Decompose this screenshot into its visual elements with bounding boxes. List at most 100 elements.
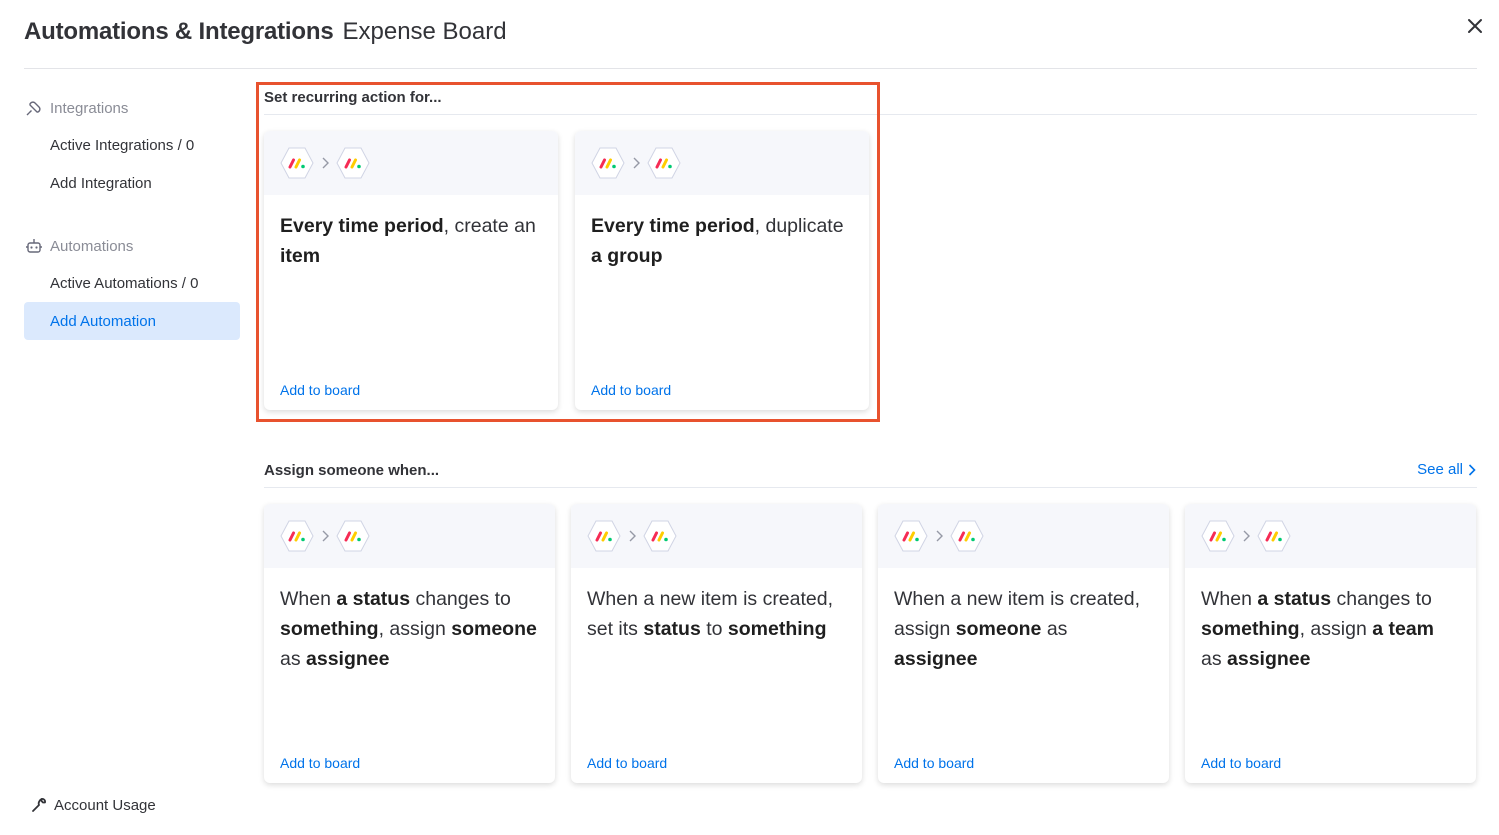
monday-logo-icon (336, 520, 370, 552)
card-integration-strip (575, 131, 869, 195)
monday-logo-icon (336, 147, 370, 179)
recipe-sentence: When a new item is created, assign someo… (878, 568, 1169, 674)
section-title-assign: Assign someone when... (264, 462, 440, 479)
chevron-right-icon (621, 520, 643, 552)
sidebar: Integrations Active Integrations / 0 Add… (24, 90, 240, 340)
sidebar-item-add-automation[interactable]: Add Automation (24, 302, 240, 340)
monday-logo-icon (280, 520, 314, 552)
robot-icon (24, 236, 44, 256)
card-integration-strip (264, 504, 555, 568)
recipe-text: , assign (378, 618, 452, 640)
chevron-right-icon (314, 520, 336, 552)
section-title-recurring: Set recurring action for... (264, 89, 442, 106)
recipe-field: assignee (894, 648, 978, 670)
sidebar-item-active-integrations[interactable]: Active Integrations / 0 (24, 126, 240, 164)
modal-header: Automations & Integrations Expense Board (24, 18, 507, 52)
recipe-card-assign-3[interactable]: When a new item is created, assign someo… (878, 504, 1169, 783)
add-to-board-link[interactable]: Add to board (894, 755, 974, 771)
recipe-field: a team (1372, 618, 1435, 640)
chevron-right-icon (314, 147, 336, 179)
recipe-sentence: When a status changes to something, assi… (264, 568, 555, 674)
close-icon (1468, 19, 1482, 33)
recipe-text: as (1201, 648, 1228, 670)
card-integration-strip (878, 504, 1169, 568)
recipe-text: When (280, 588, 337, 610)
recipe-sentence: Every time period, duplicate a group (575, 195, 869, 271)
add-to-board-link[interactable]: Add to board (591, 382, 671, 398)
recipe-field: something (280, 618, 379, 640)
section-divider (264, 114, 1477, 115)
sidebar-item-label: Add Integration (50, 174, 152, 192)
recipe-text: to (700, 618, 728, 640)
recipe-field: something (727, 618, 827, 640)
recipe-text: changes to (1331, 588, 1432, 610)
recipe-text: as (1041, 618, 1068, 640)
see-all-link[interactable]: See all (1417, 461, 1477, 478)
sidebar-group-label: Automations (50, 237, 134, 255)
add-to-board-link[interactable]: Add to board (587, 755, 667, 771)
recipe-text: , duplicate (754, 215, 844, 237)
add-to-board-link[interactable]: Add to board (280, 755, 360, 771)
recipe-field: something (1201, 618, 1300, 640)
sidebar-group-label: Integrations (50, 99, 129, 117)
recipe-sentence: When a status changes to something, assi… (1185, 568, 1476, 674)
recipe-text: changes to (410, 588, 511, 610)
recipe-field: someone (955, 618, 1042, 640)
monday-logo-icon (587, 520, 621, 552)
close-button[interactable] (1463, 14, 1487, 38)
monday-logo-icon (1201, 520, 1235, 552)
sidebar-item-add-integration[interactable]: Add Integration (24, 164, 240, 202)
chevron-right-icon (1235, 520, 1257, 552)
monday-logo-icon (643, 520, 677, 552)
section-divider (264, 487, 1477, 488)
card-integration-strip (1185, 504, 1476, 568)
card-integration-strip (264, 131, 558, 195)
recipe-sentence: Every time period, create an item (264, 195, 558, 271)
monday-logo-icon (1257, 520, 1291, 552)
recipe-card-recurring-2[interactable]: Every time period, duplicate a group Add… (575, 131, 869, 410)
recipe-field: item (280, 245, 321, 267)
recipe-field: status (643, 618, 701, 640)
recipe-text: When (1201, 588, 1258, 610)
monday-logo-icon (950, 520, 984, 552)
monday-logo-icon (647, 147, 681, 179)
recipe-card-assign-2[interactable]: When a new item is created, set its stat… (571, 504, 862, 783)
modal-title: Automations & Integrations (24, 18, 334, 45)
recipe-card-recurring-1[interactable]: Every time period, create an item Add to… (264, 131, 558, 410)
board-name: Expense Board (342, 18, 507, 45)
plug-icon (24, 98, 44, 118)
recipe-field: Every time period (280, 215, 444, 237)
recipe-field: a status (336, 588, 411, 610)
monday-logo-icon (591, 147, 625, 179)
recipe-card-assign-1[interactable]: When a status changes to something, assi… (264, 504, 555, 783)
monday-logo-icon (894, 520, 928, 552)
chevron-right-icon (1467, 463, 1477, 477)
recipe-field: assignee (306, 648, 390, 670)
recipe-sentence: When a new item is created, set its stat… (571, 568, 862, 644)
account-usage-link[interactable]: Account Usage (30, 796, 156, 814)
recipe-field: a group (591, 245, 663, 267)
sidebar-item-label: Active Automations / 0 (50, 274, 199, 292)
sidebar-item-label: Add Automation (50, 312, 156, 330)
chevron-right-icon (928, 520, 950, 552)
account-usage-label: Account Usage (54, 796, 156, 814)
recipe-field: assignee (1227, 648, 1311, 670)
recipe-field: someone (451, 618, 537, 640)
recipe-field: Every time period (591, 215, 755, 237)
card-integration-strip (571, 504, 862, 568)
add-to-board-link[interactable]: Add to board (1201, 755, 1281, 771)
recipe-text: , create an (443, 215, 536, 237)
sidebar-item-label: Active Integrations / 0 (50, 136, 195, 154)
add-to-board-link[interactable]: Add to board (280, 382, 360, 398)
sidebar-group-integrations: Integrations (24, 90, 240, 126)
sidebar-item-active-automations[interactable]: Active Automations / 0 (24, 264, 240, 302)
see-all-label: See all (1417, 461, 1463, 478)
wrench-icon (30, 796, 48, 814)
recipe-field: a status (1257, 588, 1332, 610)
recipe-text: as (280, 648, 307, 670)
monday-logo-icon (280, 147, 314, 179)
sidebar-group-automations: Automations (24, 228, 240, 264)
header-divider (24, 68, 1477, 69)
chevron-right-icon (625, 147, 647, 179)
recipe-card-assign-4[interactable]: When a status changes to something, assi… (1185, 504, 1476, 783)
